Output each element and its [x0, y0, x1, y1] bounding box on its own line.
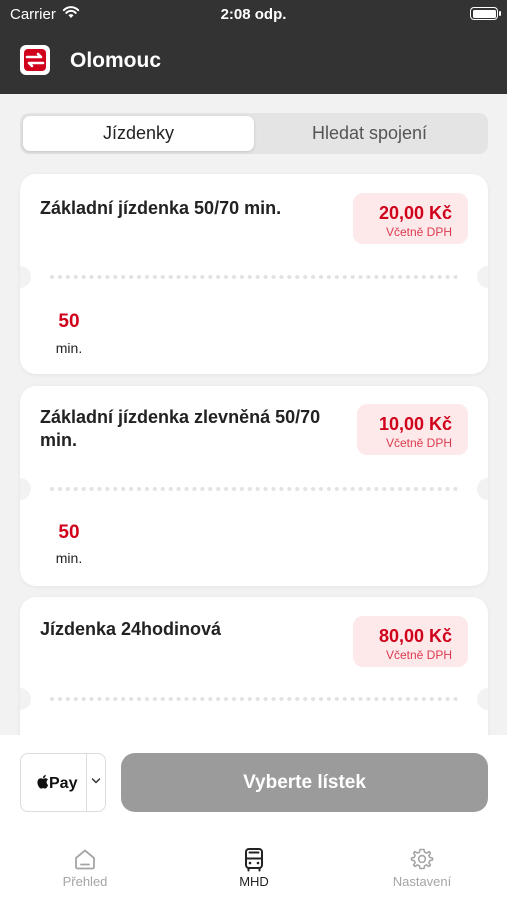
duration-value: 50 [58, 522, 80, 543]
app-logo-icon [20, 45, 50, 75]
tab-search-connection[interactable]: Hledat spojení [254, 116, 485, 151]
ticket-divider [50, 275, 458, 279]
choose-ticket-button[interactable]: Vyberte lístek [121, 753, 488, 812]
ticket-price: 20,00 Kč [378, 203, 452, 223]
battery-icon [470, 7, 501, 20]
ticket-notch [20, 266, 31, 288]
duration-unit: min. [55, 340, 83, 356]
tab-label: MHD [239, 874, 269, 889]
ticket-notch [477, 478, 488, 500]
tab-label: Přehled [62, 874, 108, 889]
vat-note: Včetně DPH [385, 225, 452, 239]
duration-value: 50 [58, 311, 80, 332]
duration-unit: min. [55, 550, 83, 566]
ticket-card[interactable]: Základní jízdenka 50/70 min. 20,00 Kč Vč… [20, 174, 488, 374]
home-icon [75, 849, 95, 870]
tab-overview[interactable]: Přehled [25, 840, 145, 889]
ticket-name: Jízdenka 24hodinová [40, 619, 222, 639]
ticket-divider [50, 697, 458, 701]
segmented-control: Jízdenky Hledat spojení [20, 113, 488, 154]
bus-icon [245, 848, 263, 872]
ticket-name: Základní jízdenka 50/70 min. [40, 198, 282, 218]
vat-note: Včetně DPH [385, 648, 452, 662]
page-title: Olomouc [70, 49, 162, 72]
payment-method-text: Pay [49, 775, 78, 792]
chevron-down-icon [91, 774, 101, 788]
price-badge: 20,00 Kč Včetně DPH [353, 193, 468, 244]
nav-bar: Olomouc [0, 28, 507, 94]
payment-method-label: Pay [36, 774, 77, 793]
gear-icon [410, 848, 434, 870]
vat-note: Včetně DPH [385, 436, 452, 450]
tab-bar: Přehled MHD Nastavení [0, 840, 507, 900]
ticket-price: 10,00 Kč [378, 414, 452, 434]
price-badge: 10,00 Kč Včetně DPH [357, 404, 468, 455]
status-bar: Carrier 2:08 odp. [0, 0, 507, 28]
price-badge: 80,00 Kč Včetně DPH [353, 616, 468, 667]
ticket-notch [477, 688, 488, 710]
ticket-notch [20, 478, 31, 500]
tab-tickets[interactable]: Jízdenky [23, 116, 254, 151]
select-separator [86, 754, 87, 811]
tab-settings[interactable]: Nastavení [362, 840, 482, 889]
apple-icon [37, 774, 49, 789]
payment-method-select[interactable]: Pay [20, 753, 106, 812]
ticket-price: 80,00 Kč [378, 626, 452, 646]
ticket-divider [50, 487, 458, 491]
ticket-notch [477, 266, 488, 288]
ticket-name: Základní jízdenka zlevněná 50/70 min. [40, 407, 321, 450]
ticket-notch [20, 688, 31, 710]
ticket-card[interactable]: Základní jízdenka zlevněná 50/70 min. 10… [20, 386, 488, 586]
tab-mhd[interactable]: MHD [194, 840, 314, 889]
tab-label: Nastavení [392, 874, 452, 889]
clock: 2:08 odp. [220, 6, 287, 23]
